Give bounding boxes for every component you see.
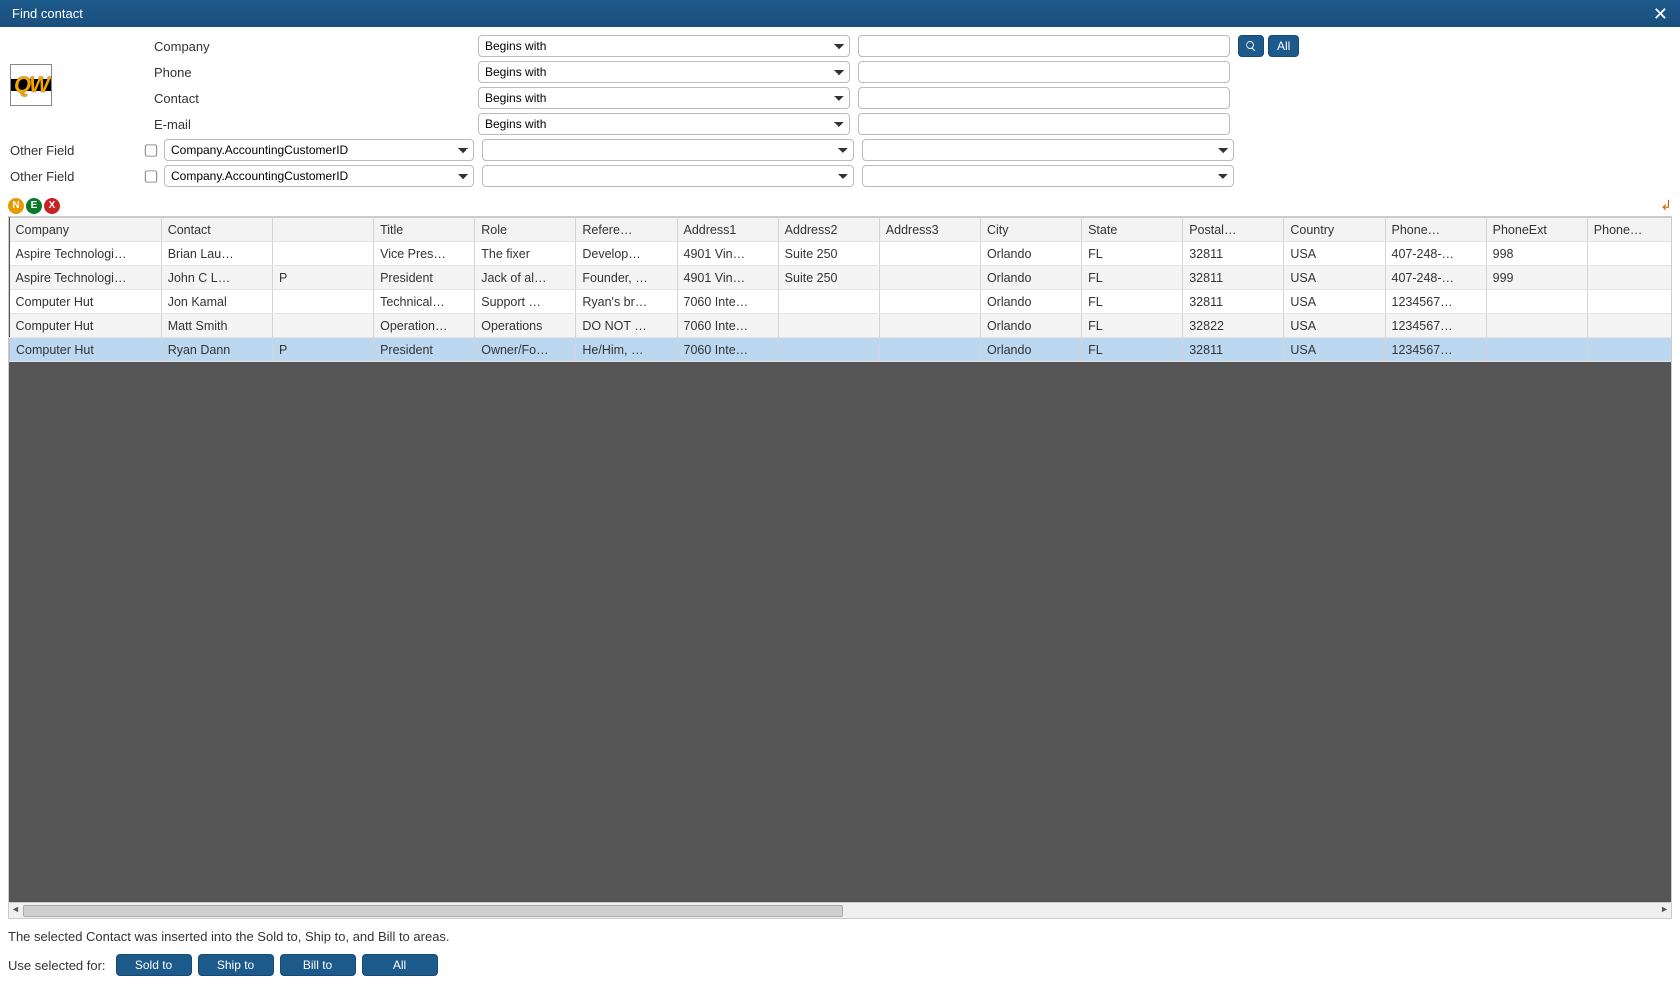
table-row[interactable]: Computer HutRyan DannPPresidentOwner/Fo…… [10, 338, 1673, 362]
popout-icon[interactable]: ↲ [1660, 197, 1672, 214]
other-field-2-label: Other Field [8, 169, 138, 184]
phone-input[interactable] [858, 61, 1230, 83]
column-header[interactable]: Refere… [576, 218, 677, 242]
column-header[interactable]: Title [374, 218, 475, 242]
column-header[interactable]: Address3 [879, 218, 980, 242]
column-header[interactable]: Contact [161, 218, 272, 242]
phone-op-select[interactable]: Begins with [478, 61, 850, 83]
column-header[interactable]: State [1082, 218, 1183, 242]
ship-to-button[interactable]: Ship to [198, 954, 274, 976]
company-input[interactable] [858, 35, 1230, 57]
phone-label: Phone [150, 65, 470, 80]
status-text: The selected Contact was inserted into t… [0, 923, 1680, 948]
column-header[interactable]: Country [1284, 218, 1385, 242]
other-field-1-value[interactable] [862, 139, 1234, 161]
column-header[interactable]: City [980, 218, 1081, 242]
horizontal-scrollbar[interactable] [8, 903, 1672, 919]
company-op-select[interactable]: Begins with [478, 35, 850, 57]
table-row[interactable]: Computer HutJon KamalTechnical…Support …… [10, 290, 1673, 314]
table-row[interactable]: Computer HutMatt SmithOperation…Operatio… [10, 314, 1673, 338]
dialog-header: Find contact ✕ [0, 0, 1680, 27]
close-icon[interactable]: ✕ [1653, 5, 1668, 23]
column-header[interactable]: Phone… [1587, 218, 1672, 242]
other-field-1-label: Other Field [8, 143, 138, 158]
other-field-2-select[interactable]: Company.AccountingCustomerID [164, 165, 474, 187]
new-icon[interactable]: N [8, 198, 24, 214]
other-field-1-checkbox[interactable] [139, 144, 164, 156]
email-input[interactable] [858, 113, 1230, 135]
column-header[interactable] [272, 218, 373, 242]
column-header[interactable]: Role [475, 218, 576, 242]
footer: Use selected for: Sold to Ship to Bill t… [0, 948, 1680, 988]
sold-to-button[interactable]: Sold to [116, 954, 192, 976]
contact-op-select[interactable]: Begins with [478, 87, 850, 109]
action-bar: N E X ↲ [0, 193, 1680, 216]
email-op-select[interactable]: Begins with [478, 113, 850, 135]
table-row[interactable]: Aspire Technologi…Brian Lau…Vice Pres…Th… [10, 242, 1673, 266]
other-field-2-checkbox[interactable] [139, 170, 164, 182]
all-button[interactable]: All [1268, 35, 1299, 57]
bill-to-button[interactable]: Bill to [280, 954, 356, 976]
column-header[interactable]: Address2 [778, 218, 879, 242]
other-field-2-op[interactable] [482, 165, 854, 187]
search-area: QW Company Begins with All Phone Begins … [0, 27, 1680, 193]
dialog-title: Find contact [12, 6, 83, 21]
other-field-1-op[interactable] [482, 139, 854, 161]
column-header[interactable]: Phone… [1385, 218, 1486, 242]
footer-prompt: Use selected for: [8, 958, 106, 973]
other-field-2-value[interactable] [862, 165, 1234, 187]
all-footer-button[interactable]: All [362, 954, 438, 976]
email-label: E-mail [150, 117, 470, 132]
column-header[interactable]: PhoneExt [1486, 218, 1587, 242]
column-header[interactable]: Postal… [1183, 218, 1284, 242]
search-button[interactable] [1238, 35, 1264, 57]
column-header[interactable]: Company [10, 218, 162, 242]
grid-scroll[interactable]: CompanyContactTitleRoleRefere…Address1Ad… [8, 216, 1672, 903]
column-header[interactable]: Address1 [677, 218, 778, 242]
search-icon [1245, 40, 1257, 52]
company-label: Company [150, 39, 470, 54]
contact-label: Contact [150, 91, 470, 106]
delete-icon[interactable]: X [44, 198, 60, 214]
results-grid: CompanyContactTitleRoleRefere…Address1Ad… [0, 216, 1680, 923]
table-row[interactable]: Aspire Technologi…John C L…PPresidentJac… [10, 266, 1673, 290]
app-logo: QW [8, 64, 142, 106]
edit-icon[interactable]: E [26, 198, 42, 214]
other-field-1-select[interactable]: Company.AccountingCustomerID [164, 139, 474, 161]
contact-input[interactable] [858, 87, 1230, 109]
